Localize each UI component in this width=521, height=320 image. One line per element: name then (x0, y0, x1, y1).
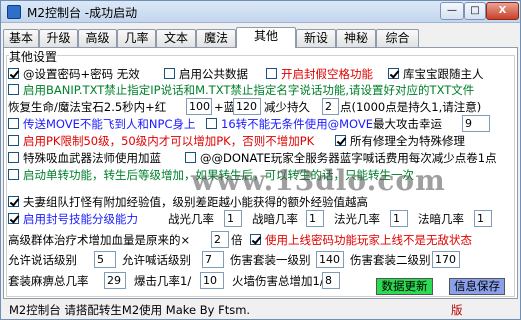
blue-value-field[interactable]: 120 (233, 98, 261, 115)
checkbox-box[interactable] (8, 213, 19, 224)
checkbox-pk-limit[interactable]: 启用PK限制50级，50级内才可以增加PK，否则不增加PK (8, 132, 314, 150)
tab-other[interactable]: 其他 (236, 27, 296, 48)
war-light-label: 战光几率 (168, 212, 214, 226)
checkbox-label: 启用PK限制50级，50级内才可以增加PK，否则不增加PK (23, 134, 315, 148)
checkbox-box[interactable] (8, 152, 19, 163)
checkbox-box[interactable] (8, 169, 19, 180)
status-text: M2控制台 请搭配转生M2使用 Make By Ftsm. (9, 303, 251, 317)
watermark: www.13dlo.com (191, 164, 446, 197)
crit-chance-label: 爆击几率1/ (134, 274, 192, 288)
shout-level-label: 允许喊话级别 (122, 253, 191, 267)
firewall-damage-label: 火墙伤害总增加1/ (232, 274, 324, 288)
max-luck-field[interactable]: 9 (462, 115, 490, 132)
durability-field[interactable]: 2 (322, 98, 339, 115)
checkbox-seal-skill[interactable]: 启用封号技能分级能力 (8, 210, 138, 228)
checkbox-label: 传送MOVE不能飞到人和NPC身上 (23, 117, 196, 131)
checkbox-vampire-mage[interactable]: 特殊吸血武器法师使用加蓝 (8, 149, 161, 167)
version-label: 版本:07.0706 (451, 303, 514, 320)
blue-plus-label: +蓝 (214, 100, 236, 114)
checkbox-label: 特殊吸血武器法师使用加蓝 (23, 151, 161, 165)
firewall-damage-field[interactable]: 8 (322, 272, 340, 289)
mage-light-label: 法光几率 (334, 212, 380, 226)
update-data-button[interactable]: 数据更新 (376, 278, 433, 295)
checkbox-box[interactable] (8, 68, 19, 79)
checkbox-box[interactable] (164, 68, 175, 79)
set-paralysis-field[interactable]: 29 (104, 272, 126, 289)
mage-dark-field[interactable]: 1 (474, 210, 492, 227)
set-damage-2-field[interactable]: 170 (432, 251, 460, 268)
war-dark-label: 战暗几率 (252, 212, 298, 226)
main-window: M2控制台 -成功启动 — □ X 基本 升级 高级 几率 文本 魔法 其他 新… (0, 0, 521, 320)
tab-magic[interactable]: 魔法 (196, 29, 236, 47)
war-dark-field[interactable]: 1 (306, 210, 324, 227)
window-title: M2控制台 -成功启动 (27, 6, 138, 20)
group-title: 其他设置 (9, 48, 58, 65)
checkbox-label: @@DONATE玩家全服务器蓝字喊话费用每次减少点卷1点 (200, 151, 497, 165)
tab-mystery[interactable]: 神秘 (336, 29, 376, 47)
group-heal-field[interactable]: 2 (211, 231, 229, 248)
checkbox-label: 开启封假空格功能 (281, 67, 373, 81)
checkbox-banip[interactable]: 启用BANIP.TXT禁止指定IP说话和M.TXT禁止指定名字说话功能,请设置好… (8, 81, 474, 99)
tab-new-settings[interactable]: 新设 (296, 29, 336, 47)
tab-basic[interactable]: 基本 (3, 29, 39, 47)
checkbox-login-password-no-invincible[interactable]: 使用上线密码功能玩家上线不是无敌状态 (250, 231, 472, 249)
checkbox-box[interactable] (8, 196, 19, 207)
tab-text[interactable]: 文本 (156, 29, 196, 47)
checkbox-special-repair[interactable]: 所有修理全为特殊修理 (335, 132, 465, 150)
checkbox-label: 使用上线密码功能玩家上线不是无敌状态 (265, 233, 472, 247)
checkbox-move-restrict[interactable]: 传送MOVE不能飞到人和NPC身上 (8, 115, 195, 133)
tab-advanced[interactable]: 高级 (78, 29, 117, 47)
checkbox-label: 启用封号技能分级能力 (23, 212, 138, 226)
max-luck-label: 最大攻击幸运 (373, 117, 442, 131)
checkbox-16-move[interactable]: 16转不能无条件使用@MOVE (206, 115, 373, 133)
checkbox-label: 夫妻组队打怪有附加经验值，级别差距越小能获得的额外经验值越高 (23, 195, 368, 209)
war-light-field[interactable]: 1 (224, 210, 242, 227)
set-paralysis-label: 套装麻痹总几率 (8, 274, 89, 288)
durability-note: 点(1000点是持久1,请注意) (340, 100, 482, 114)
save-info-button[interactable]: 信息保存 (449, 278, 505, 295)
shout-level-field[interactable]: 7 (202, 251, 224, 268)
checkbox-box[interactable] (8, 118, 19, 129)
checkbox-box[interactable] (8, 135, 19, 146)
checkbox-box[interactable] (8, 84, 19, 95)
checkbox-label: @设置密码+密码 无效 (23, 67, 140, 81)
checkbox-box[interactable] (185, 152, 196, 163)
crit-chance-field[interactable]: 10 (200, 272, 224, 289)
talk-level-field[interactable]: 5 (94, 251, 116, 268)
tab-comprehensive[interactable]: 综合 (376, 29, 419, 47)
checkbox-box[interactable] (335, 135, 346, 146)
status-bar: M2控制台 请搭配转生M2使用 Make By Ftsm. 版本:07.0706 (3, 300, 518, 320)
maximize-button[interactable]: □ (464, 2, 486, 20)
red-value-field[interactable]: 100 (186, 98, 212, 115)
checkbox-box[interactable] (388, 68, 399, 79)
mage-dark-label: 法暗几率 (418, 212, 464, 226)
checkbox-label: 所有修理全为特殊修理 (350, 134, 465, 148)
talk-level-label: 允许说话级别 (8, 253, 77, 267)
app-icon (7, 5, 21, 19)
set-damage-2-label: 伤害套装二级别 (350, 253, 431, 267)
durability-label: 减少持久 (264, 100, 310, 114)
tab-upgrade[interactable]: 升级 (39, 29, 78, 47)
checkbox-box[interactable] (206, 118, 217, 129)
group-heal-label: 高级群体治疗术增加血量是原来的× (8, 233, 191, 247)
title-bar: M2控制台 -成功启动 — □ X (1, 1, 520, 23)
minimize-button[interactable]: — (440, 2, 464, 20)
checkbox-label: 库宝宝跟随主人 (403, 67, 484, 81)
set-damage-1-label: 伤害套装一级别 (230, 253, 311, 267)
mage-light-field[interactable]: 1 (390, 210, 408, 227)
checkbox-box[interactable] (250, 234, 261, 245)
group-heal-unit: 倍 (231, 233, 243, 247)
close-button[interactable]: X (486, 2, 519, 20)
gem-recovery-label: 恢复生命/魔法宝石2.5秒内+红 (8, 100, 167, 114)
checkbox-label: 16转不能无条件使用@MOVE (221, 117, 374, 131)
checkbox-label: 启用BANIP.TXT禁止指定IP说话和M.TXT禁止指定名字说话功能,请设置好… (23, 83, 475, 97)
set-damage-1-field[interactable]: 140 (316, 251, 344, 268)
checkbox-label: 启用公共数据 (179, 67, 248, 81)
tab-probability[interactable]: 几率 (117, 29, 156, 47)
checkbox-box[interactable] (266, 68, 277, 79)
